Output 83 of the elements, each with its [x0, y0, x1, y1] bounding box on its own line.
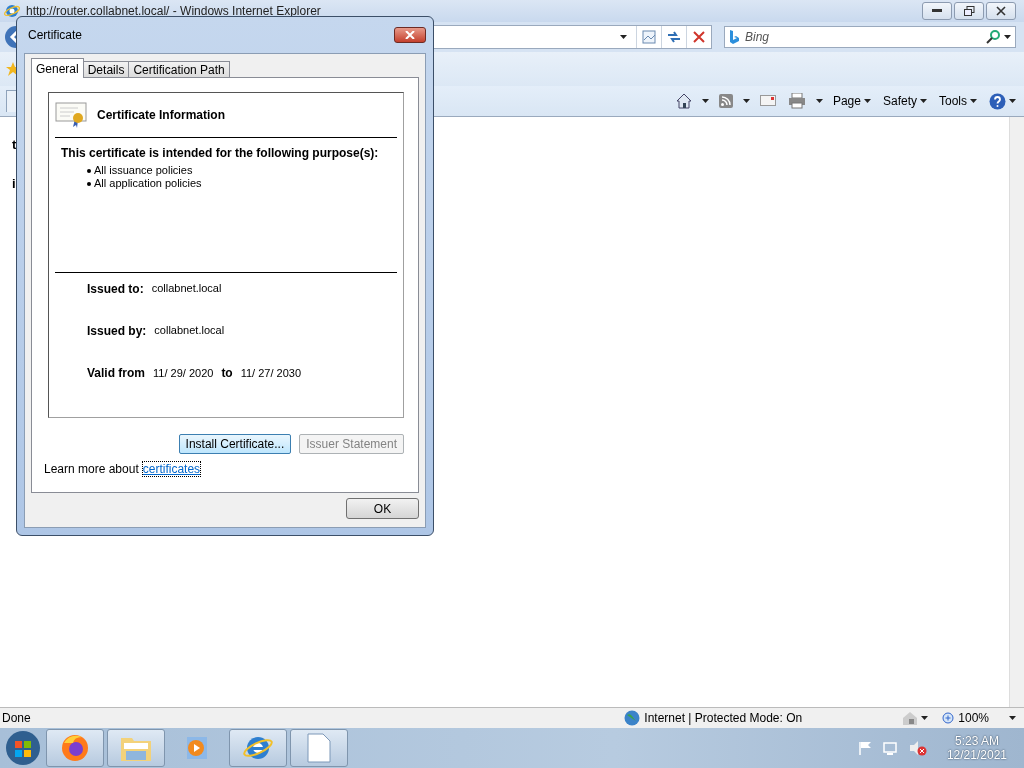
e-globe-icon	[4, 3, 20, 19]
security-zone-text: Internet | Protected Mode: On	[644, 711, 803, 725]
dropdown-caret-icon	[920, 99, 927, 103]
clock-date: 12/21/2021	[946, 748, 1007, 762]
dropdown-caret-icon	[701, 99, 709, 103]
muted-speaker-icon[interactable]	[908, 740, 927, 756]
window-title: http://router.collabnet.local/ - Windows Internet Explorer	[26, 4, 322, 18]
magnifier-icon	[942, 711, 956, 725]
taskbar-app-button[interactable]	[46, 729, 104, 767]
restore-icon	[963, 6, 975, 16]
purpose-title: This certificate is intended for the following purpose(s):	[61, 146, 380, 160]
command-menu-button[interactable]: Tools	[937, 94, 979, 108]
dropdown-caret-icon	[742, 99, 750, 103]
minimize-button[interactable]	[922, 2, 952, 20]
add-ons-button[interactable]	[900, 711, 931, 725]
purpose-item: All application policies	[94, 177, 202, 190]
dropdown-caret-icon	[863, 99, 871, 103]
start-button[interactable]	[3, 729, 43, 767]
dropdown-caret-icon	[1009, 716, 1016, 720]
bullet-icon	[87, 169, 91, 173]
page-heading: t	[12, 137, 17, 152]
date-joiner: to	[221, 366, 233, 380]
certificate-heading: Certificate Information	[97, 108, 225, 122]
torn-page-icon	[642, 30, 656, 44]
fox-globe-icon	[60, 733, 90, 763]
purpose-item: All issuance policies	[94, 164, 193, 177]
dialog-title: Certificate	[28, 28, 83, 42]
search-icon	[986, 30, 1000, 44]
install-certificate-button[interactable]: Install Certificate...	[178, 434, 292, 454]
field-label: Valid from	[87, 366, 145, 380]
clock-time: 5:23 AM	[954, 734, 999, 748]
minimize-icon	[932, 9, 942, 13]
tab-icon[interactable]	[6, 90, 16, 112]
learn-more-text: Learn more about	[44, 462, 139, 476]
command-menu-button[interactable]: Page	[830, 94, 873, 108]
command-menu-button[interactable]: Safety	[880, 94, 929, 108]
mail-button[interactable]	[757, 95, 778, 107]
dialog-tab[interactable]: Certification Path	[128, 61, 230, 78]
certificate-icon	[55, 101, 87, 129]
help-button[interactable]	[987, 92, 1018, 110]
close-icon	[405, 31, 415, 39]
feeds-button[interactable]	[716, 94, 735, 108]
taskbar-app-button[interactable]	[229, 729, 287, 767]
play-icon	[184, 735, 210, 761]
date-value: 11/ 29/ 2020	[153, 367, 214, 379]
dropdown-caret-icon	[970, 99, 977, 103]
field-label: Issued to:	[87, 282, 144, 298]
house-lock-icon	[902, 711, 919, 725]
document-icon	[307, 733, 331, 763]
field-value: collabnet.local	[154, 324, 225, 338]
field-value: collabnet.local	[151, 282, 222, 296]
refresh-icon	[666, 30, 682, 44]
page-heading: i	[12, 176, 16, 191]
help-icon	[989, 92, 1006, 110]
stop-icon	[693, 31, 705, 43]
scrollbar[interactable]	[1009, 117, 1024, 707]
envelope-icon	[759, 95, 776, 107]
status-text: Done	[2, 711, 32, 725]
dialog-tab[interactable]: Details	[82, 61, 130, 78]
bullet-icon	[87, 182, 91, 186]
zoom-button[interactable]: 100%	[936, 711, 1022, 725]
dialog-close-button[interactable]	[394, 27, 426, 43]
house-icon	[675, 93, 692, 109]
dropdown-caret-icon	[620, 35, 627, 39]
ok-button[interactable]: OK	[346, 498, 419, 519]
date-value: 11/ 27/ 2030	[240, 367, 302, 379]
b-logo-icon	[729, 30, 739, 44]
dropdown-caret-icon	[921, 716, 929, 720]
feed-icon	[718, 94, 733, 108]
printer-icon	[787, 93, 806, 109]
field-label: Issued by:	[87, 324, 147, 340]
search-box[interactable]: Bing	[724, 26, 1016, 48]
dialog-tab[interactable]: General	[31, 58, 84, 78]
dropdown-caret-icon	[815, 99, 823, 103]
restore-button[interactable]	[954, 2, 984, 20]
close-icon	[996, 6, 1006, 16]
dropdown-caret-icon	[1009, 99, 1016, 103]
certificates-link[interactable]: certificates	[142, 462, 201, 476]
dropdown-caret-icon	[1004, 35, 1011, 39]
taskbar-app-button[interactable]	[290, 729, 348, 767]
globe-icon	[624, 710, 641, 726]
taskbar-app-button[interactable]	[107, 729, 165, 767]
close-button[interactable]	[986, 2, 1016, 20]
